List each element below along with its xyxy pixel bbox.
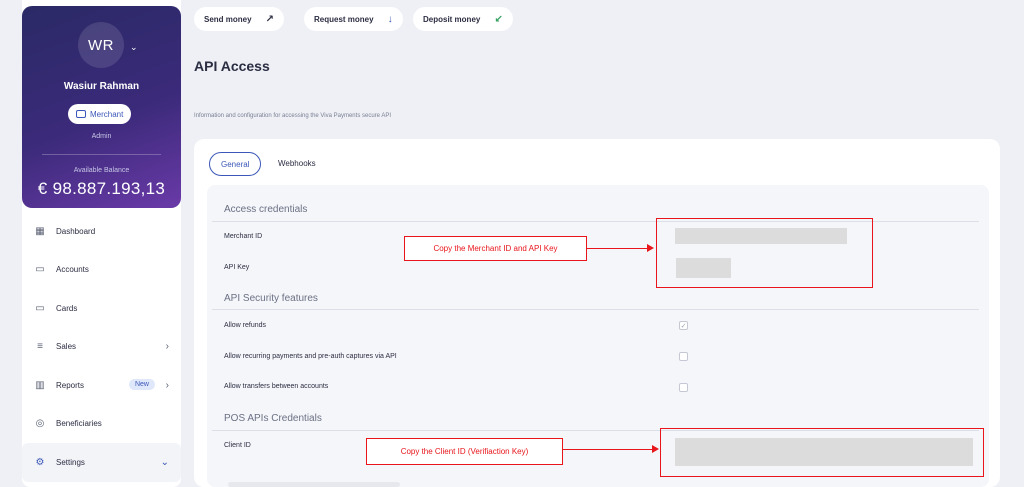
section-title-pos: POS APIs Credentials xyxy=(224,413,322,424)
annotation-arrow-line xyxy=(563,449,652,450)
new-badge: New xyxy=(128,379,155,390)
sidebar-item-label: Settings xyxy=(56,457,85,467)
annotation-box-client xyxy=(660,428,984,477)
role-subtitle: Admin xyxy=(91,133,112,140)
send-money-button[interactable]: Send money ↗ xyxy=(194,7,284,31)
role-badge-label: Merchant xyxy=(90,109,124,119)
request-money-label: Request money xyxy=(314,14,374,24)
sidebar-item-label: Beneficiaries xyxy=(56,419,102,429)
balance-label: Available Balance xyxy=(73,167,130,174)
sidebar-item-label: Accounts xyxy=(56,265,89,275)
arrow-right-icon xyxy=(652,445,659,453)
send-money-label: Send money xyxy=(204,14,252,24)
tab-general[interactable]: General xyxy=(209,152,262,176)
annotation-arrow-line xyxy=(587,248,647,249)
chevron-down-icon[interactable]: ⌄ xyxy=(130,42,138,53)
role-badge[interactable]: Merchant xyxy=(68,104,132,124)
section-divider xyxy=(212,309,979,310)
profile-card: WR ⌄ Wasiur Rahman Merchant Admin Availa… xyxy=(22,6,181,208)
avatar[interactable]: WR xyxy=(78,22,124,68)
chevron-right-icon: › xyxy=(165,379,169,391)
annotation-box-merchant xyxy=(656,218,873,288)
chevron-right-icon: › xyxy=(165,341,169,353)
sidebar-item-sales[interactable]: ≡ Sales › xyxy=(22,328,181,367)
chevron-down-icon: ⌄ xyxy=(160,456,169,468)
deposit-money-label: Deposit money xyxy=(423,14,481,24)
sidebar-item-label: Dashboard xyxy=(56,226,96,236)
scroll-hint xyxy=(228,482,400,487)
balance-amount: € 98.887.193,13 xyxy=(37,179,166,198)
annotation-callout-merchant: Copy the Merchant ID and API Key xyxy=(404,236,587,261)
divider xyxy=(42,154,161,155)
list-icon: ≡ xyxy=(37,341,43,353)
user-circle-icon: ◎ xyxy=(35,418,45,430)
allow-refunds-label: Allow refunds xyxy=(224,322,267,329)
allow-refunds-checkbox[interactable]: ✓ xyxy=(679,321,688,330)
gear-icon: ⚙ xyxy=(35,456,45,468)
wallet-icon: ▭ xyxy=(35,264,45,276)
grid-icon: ▦ xyxy=(35,225,45,237)
client-id-label: Client ID xyxy=(224,442,251,449)
avatar-initials: WR xyxy=(88,36,114,54)
allow-recurring-label: Allow recurring payments and pre-auth ca… xyxy=(224,353,397,360)
sidebar-item-label: Cards xyxy=(56,303,78,313)
sidebar-item-accounts[interactable]: ▭ Accounts xyxy=(22,251,181,290)
annotation-callout-client: Copy the Client ID (Verifiaction Key) xyxy=(366,438,563,465)
request-money-button[interactable]: Request money ↓ xyxy=(304,7,403,31)
allow-transfers-label: Allow transfers between accounts xyxy=(224,383,329,390)
arrow-up-right-icon: ↗ xyxy=(265,13,274,25)
card-icon: ▭ xyxy=(35,302,45,314)
section-title-security: API Security features xyxy=(224,293,318,304)
deposit-money-button[interactable]: Deposit money ↙ xyxy=(413,7,513,31)
allow-recurring-checkbox[interactable] xyxy=(679,352,688,361)
user-name: Wasiur Rahman xyxy=(63,81,140,92)
section-title-credentials: Access credentials xyxy=(224,204,308,215)
sidebar-nav: ▦ Dashboard ▭ Accounts ▭ Cards ≡ Sales ›… xyxy=(22,212,181,482)
allow-transfers-checkbox[interactable] xyxy=(679,383,688,392)
merchant-id-label: Merchant ID xyxy=(224,233,263,240)
sidebar-item-beneficiaries[interactable]: ◎ Beneficiaries xyxy=(22,405,181,444)
api-key-label: API Key xyxy=(224,264,250,271)
bar-chart-icon: ▥ xyxy=(35,379,45,391)
sidebar-item-label: Reports xyxy=(56,380,85,390)
arrow-down-icon: ↓ xyxy=(387,13,393,25)
sidebar-item-settings[interactable]: ⚙ Settings ⌄ xyxy=(22,443,181,482)
sidebar-item-cards[interactable]: ▭ Cards xyxy=(22,289,181,328)
sidebar-item-reports[interactable]: ▥ Reports New › xyxy=(22,366,181,405)
briefcase-icon xyxy=(76,110,86,118)
arrow-right-icon xyxy=(647,244,654,252)
sidebar-item-dashboard[interactable]: ▦ Dashboard xyxy=(22,212,181,251)
page-title: API Access xyxy=(194,58,270,74)
page-subtitle: Information and configuration for access… xyxy=(194,113,391,119)
arrow-down-left-icon: ↙ xyxy=(494,13,503,25)
tab-webhooks[interactable]: Webhooks xyxy=(278,159,316,168)
sidebar-item-label: Sales xyxy=(56,342,77,352)
